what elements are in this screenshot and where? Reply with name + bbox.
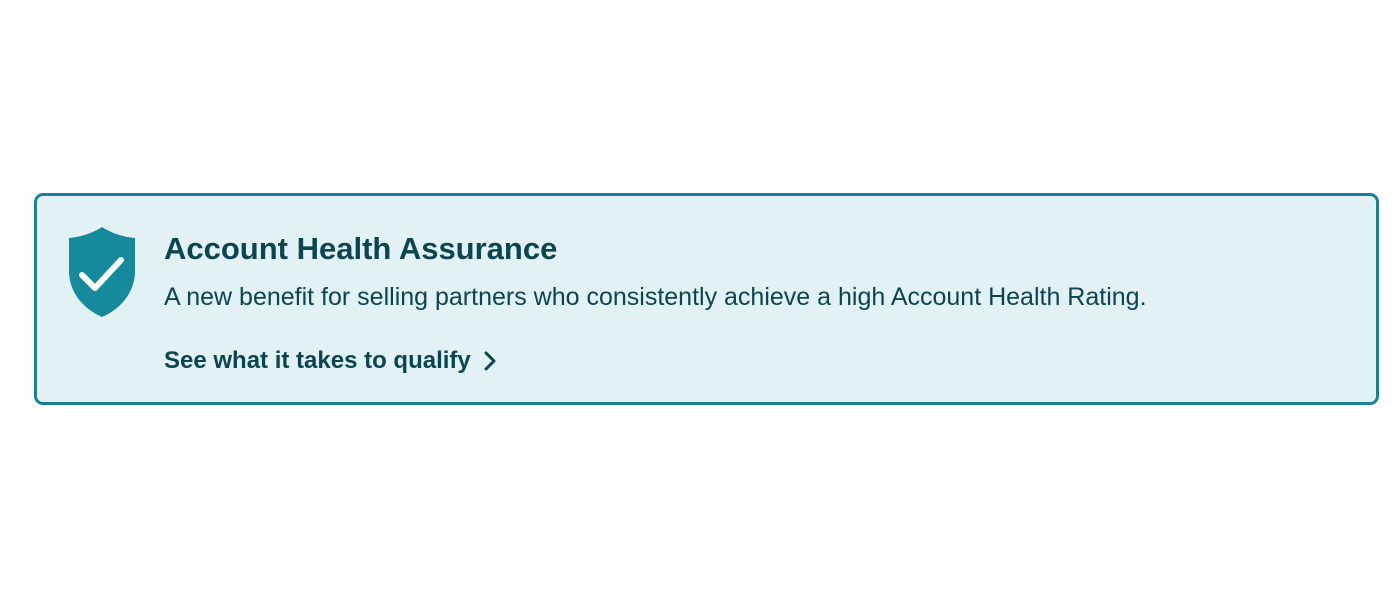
- see-qualify-link[interactable]: See what it takes to qualify: [164, 344, 497, 378]
- chevron-right-icon: [483, 350, 497, 372]
- banner-title: Account Health Assurance: [164, 231, 558, 266]
- banner-description: A new benefit for selling partners who c…: [164, 283, 1147, 311]
- shield-check-icon: [67, 225, 137, 319]
- account-health-assurance-banner: Account Health Assurance A new benefit f…: [34, 193, 1379, 405]
- see-qualify-link-label: See what it takes to qualify: [164, 347, 471, 374]
